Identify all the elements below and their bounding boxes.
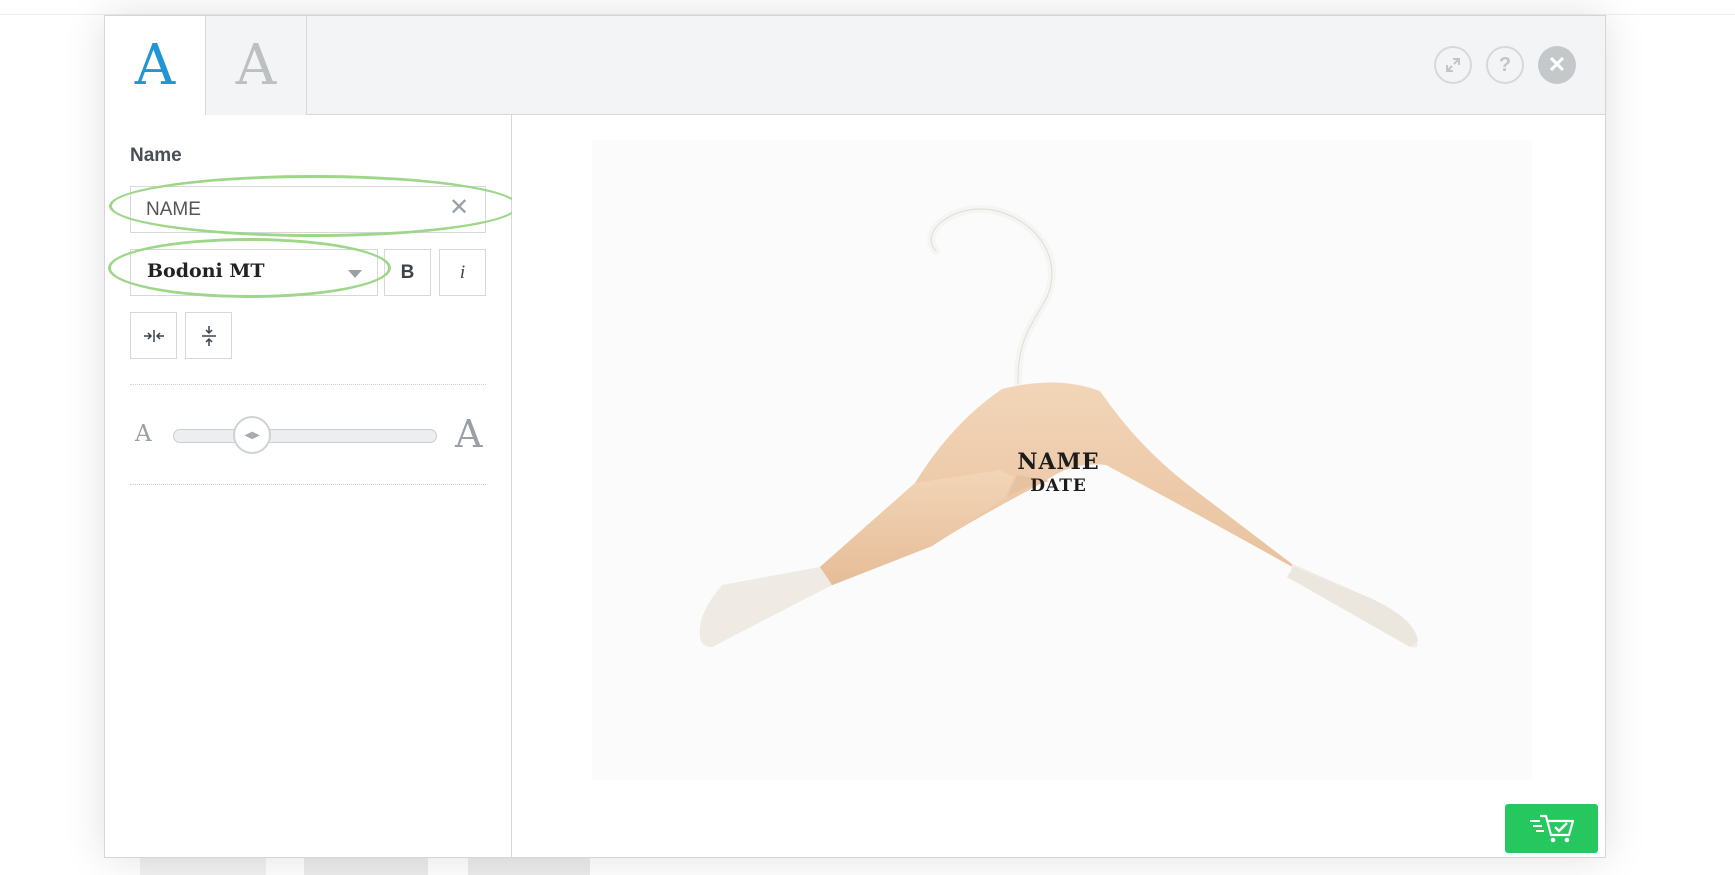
close-button[interactable]: ✕: [1538, 46, 1576, 84]
editor-sidebar: Name ✕ Bodoni MT B i: [105, 115, 519, 857]
divider: [130, 384, 486, 385]
personalization-modal: A A ? ✕ Name ✕ Bodoni MT B i: [104, 15, 1606, 858]
letter-spacing-icon: [143, 329, 164, 342]
modal-header: A A ? ✕: [105, 16, 1605, 116]
engraving-line-1: NAME: [1017, 449, 1100, 475]
clear-icon[interactable]: ✕: [449, 193, 469, 223]
chevron-down-icon: [348, 270, 362, 278]
background-thumbnail: [140, 858, 266, 875]
font-family-value: Bodoni MT: [147, 260, 265, 282]
line-height-button[interactable]: [185, 312, 232, 359]
product-preview: NAME DATE: [512, 115, 1605, 857]
drag-arrows-icon: ◀▶: [244, 429, 260, 441]
expand-icon: [1446, 58, 1460, 72]
font-size-small-icon: A: [135, 421, 152, 447]
field-label: Name: [130, 145, 182, 166]
background-thumbnail: [468, 858, 590, 875]
help-icon: ?: [1498, 53, 1512, 76]
letter-spacing-button[interactable]: [130, 312, 177, 359]
help-button[interactable]: ?: [1486, 46, 1524, 84]
tab-text-active[interactable]: A: [105, 16, 206, 116]
close-icon: ✕: [1547, 52, 1567, 77]
font-size-large-icon: A: [455, 412, 483, 456]
font-family-select[interactable]: Bodoni MT: [130, 249, 378, 296]
divider: [130, 484, 486, 485]
line-height-icon: [201, 325, 216, 346]
cart-check-icon: [1529, 814, 1574, 842]
bold-button[interactable]: B: [384, 249, 431, 296]
font-size-slider[interactable]: [173, 429, 437, 443]
add-to-cart-button[interactable]: [1505, 804, 1598, 853]
name-text-input[interactable]: [130, 186, 486, 233]
engraving-line-2: DATE: [1030, 476, 1087, 496]
expand-button[interactable]: [1434, 46, 1472, 84]
font-size-slider-handle[interactable]: ◀▶: [233, 416, 272, 454]
italic-button[interactable]: i: [439, 249, 486, 296]
tab-text-secondary[interactable]: A: [206, 16, 307, 115]
background-thumbnail: [304, 858, 428, 875]
